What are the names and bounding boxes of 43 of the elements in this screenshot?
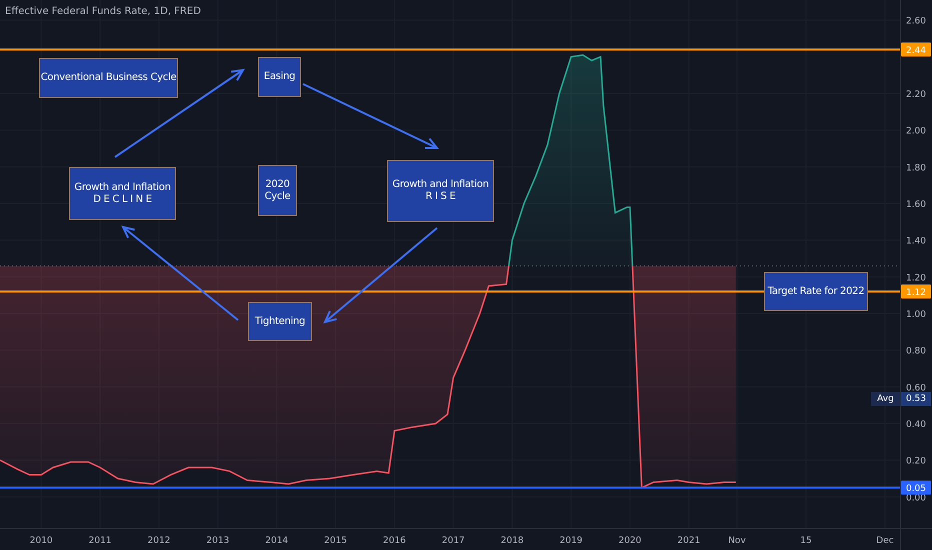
text-note: 2020 Cycle xyxy=(258,165,297,216)
price-label: 2.44 xyxy=(901,42,931,56)
price-axis-label: 2.20 xyxy=(906,90,926,100)
text-note: Tightening xyxy=(248,302,312,341)
chart-title: Effective Federal Funds Rate, 1D, FRED xyxy=(5,6,201,17)
ref-line-label: 0.05 xyxy=(906,484,926,494)
price-axis-label: 0.20 xyxy=(906,456,926,467)
time-axis-label: 2010 xyxy=(30,536,53,546)
text-note: Easing xyxy=(258,57,301,97)
price-axis-label: 1.80 xyxy=(906,163,926,174)
time-axis-label: 2016 xyxy=(383,536,406,546)
ref-line-label: 1.12 xyxy=(906,288,926,298)
price-label: 0.53 xyxy=(901,392,931,406)
time-axis-label: 2012 xyxy=(148,536,170,546)
time-axis-label: 2013 xyxy=(206,536,230,546)
price-label: 0.05 xyxy=(901,480,931,495)
time-axis-label: 2018 xyxy=(500,536,524,546)
price-axis-label: 2.60 xyxy=(906,16,926,27)
time-axis-label: Nov xyxy=(728,536,746,546)
price-axis-label: 1.20 xyxy=(906,273,926,284)
price-axis-label: 0.60 xyxy=(906,383,926,394)
text-note: Conventional Business Cycle xyxy=(39,58,178,98)
text-note: Growth and Inflation D E C L I N E xyxy=(69,167,176,220)
price-axis-label: 1.00 xyxy=(906,310,926,320)
price-label: 1.12 xyxy=(901,284,931,298)
price-axis-label: 1.60 xyxy=(906,200,926,210)
time-axis-label: 2017 xyxy=(442,536,465,546)
text-note: Target Rate for 2022 xyxy=(764,272,868,311)
time-axis-label: 2011 xyxy=(88,536,112,546)
ref-line-label: 2.44 xyxy=(906,46,926,56)
avg-label: Avg xyxy=(871,392,900,406)
price-axis-label: 2.00 xyxy=(906,126,926,137)
time-axis-label: 2020 xyxy=(618,536,642,546)
time-axis-label: 2014 xyxy=(265,536,288,546)
time-axis-label: 2019 xyxy=(560,536,583,546)
time-axis-label: 2015 xyxy=(324,536,348,546)
text-note: Growth and Inflation R I S E xyxy=(387,160,494,222)
price-axis-label: 0.40 xyxy=(906,420,926,430)
price-axis-label: 0.80 xyxy=(906,346,926,357)
time-axis-label: 15 xyxy=(800,536,812,546)
price-axis-label: 1.40 xyxy=(906,236,926,247)
time-axis-label: 2021 xyxy=(677,536,700,546)
time-axis-label: Dec xyxy=(876,536,894,546)
